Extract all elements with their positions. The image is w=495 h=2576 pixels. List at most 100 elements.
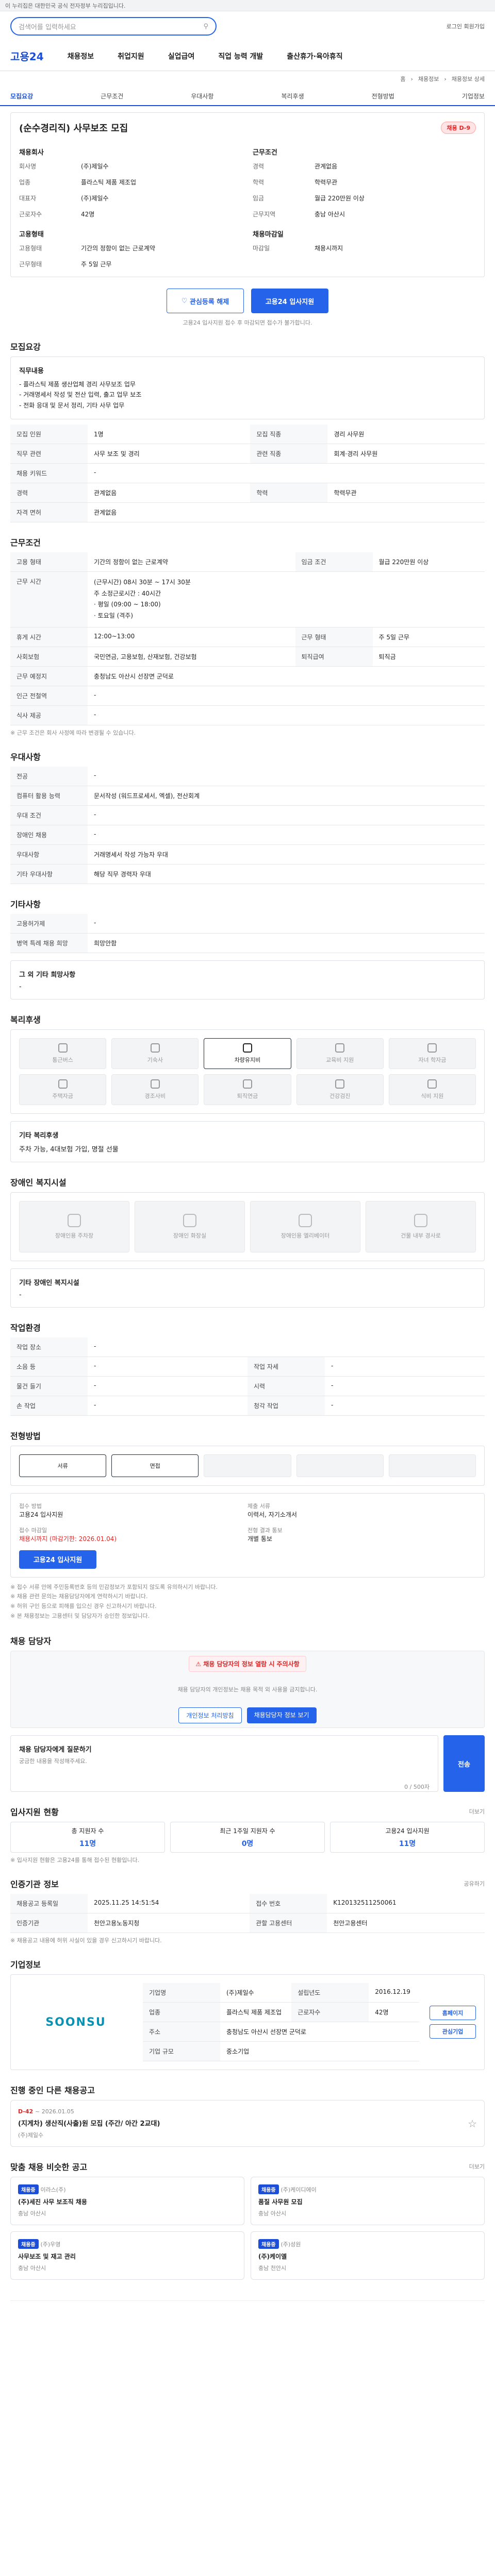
interest-button[interactable]: ♡ 관심등록 해제 <box>167 289 244 313</box>
tab-work[interactable]: 근무조건 <box>101 92 123 100</box>
process-apply-button[interactable]: 고용24 입사지원 <box>19 1550 96 1569</box>
table-value: 12:00~13:00 <box>88 627 295 647</box>
send-button[interactable]: 전송 <box>443 1735 485 1792</box>
table-value: - <box>88 686 485 706</box>
table-row: 식사 제공 - <box>10 705 485 725</box>
nav-training[interactable]: 직업 능력 개발 <box>218 51 263 61</box>
other-job-card[interactable]: D-42 ~ 2026.01.05 (지게차) 생산직(사출)원 모집 (주간/… <box>10 2100 485 2147</box>
contact-view-button[interactable]: 채용담당자 정보 보기 <box>246 1707 317 1723</box>
homepage-button[interactable]: 홈페이지 <box>430 2006 476 2021</box>
work-footnote: ※ 근무 조건은 회사 사정에 따라 변경될 수 있습니다. <box>10 729 136 736</box>
table-value: - <box>88 705 485 725</box>
favorite-company-button[interactable]: 관심기업 <box>430 2024 476 2039</box>
nav-jobs[interactable]: 채용정보 <box>68 51 94 61</box>
table-key: 학력 <box>250 483 328 503</box>
privacy-link[interactable]: 개인정보 처리방침 <box>178 1707 242 1723</box>
tab-company[interactable]: 기업정보 <box>462 92 485 100</box>
similar-location: 충남 아산시 <box>18 2210 46 2217</box>
nav-employment-support[interactable]: 취업지원 <box>118 51 144 61</box>
breadcrumb-jobs[interactable]: 채용정보 <box>418 75 439 83</box>
env-section: 작업환경 작업 장소 - 소음 등 - 작업 자세 - 물건 들기 - 시력 - 손 작업 - 청… <box>10 1321 485 1416</box>
star-icon[interactable]: ☆ <box>468 2117 477 2130</box>
similar-title: (주)세진 사무 보조직 채용 <box>18 2198 87 2206</box>
table-key: 손 작업 <box>10 1396 88 1416</box>
search-input[interactable]: 검색어를 입력하세요 ⚲ <box>10 17 217 36</box>
note-line: ※ 허위 구인 등으로 피해를 입으신 경우 신고하시기 바랍니다. <box>10 1602 157 1609</box>
login-links[interactable]: 로그인 회원가입 <box>447 22 485 30</box>
process-step: 서류 <box>19 1454 107 1477</box>
nav-parental-leave[interactable]: 출산휴가·육아휴직 <box>287 51 342 61</box>
detail-tabs: 모집요강 근무조건 우대사항 복리후생 전형방법 기업정보 <box>0 87 495 106</box>
breadcrumb-home[interactable]: 홈 <box>400 75 405 83</box>
inquiry-textarea[interactable]: 궁금한 내용을 작성해주세요. <box>19 1757 430 1765</box>
status-note: ※ 입사지원 현황은 고용24를 통해 접수된 현황입니다. <box>10 1857 140 1864</box>
tab-recruit[interactable]: 모집요강 <box>10 92 33 100</box>
similar-card[interactable]: 채용중 이라스(주) (주)세진 사무 보조직 채용 충남 아산시 <box>10 2177 244 2226</box>
table-key: 인증기관 <box>10 1913 88 1934</box>
table-value: K120132511250061 <box>327 1894 485 1914</box>
table-value: - <box>88 1357 248 1377</box>
disability-other-value: - <box>19 1291 22 1299</box>
site-logo[interactable]: 고용24 <box>10 48 44 63</box>
table-key: 사회보험 <box>10 647 88 667</box>
company-kv: 회사명 (주)제일수 업종 플라스틱 제품 제조업 대표자 (주)제일수 근로자수 42… <box>19 162 242 218</box>
inquiry-label: 채용 담당자에게 질문하기 <box>19 1746 92 1754</box>
welfare-item: 경조사비 <box>111 1074 199 1105</box>
work-section: 근무조건 고용 형태 기간의 정함이 없는 근로계약 임금 조건 월급 220만원 이… <box>10 536 485 736</box>
company-box: SOONSU 기업명 (주)제일수 설립년도 2016.12.19 업종 플라스틱 제품… <box>10 1974 485 2071</box>
envelope-icon <box>150 1079 160 1089</box>
table-value: 기간의 정함이 없는 근로계약 <box>88 552 295 572</box>
table-value: - <box>88 913 485 934</box>
inquiry-counter: 0 / 500자 <box>404 1784 430 1791</box>
table-key: 경력 <box>10 483 88 503</box>
cond-label: 근무조건 <box>253 149 277 157</box>
welfare-label: 자녀 학자금 <box>418 1056 447 1063</box>
table-key: 접수 번호 <box>250 1894 327 1914</box>
table-value: 회계·경리 사무원 <box>327 444 485 464</box>
other-job-title: (지게차) 생산직(사출)원 모집 (주간/ 아간 2교대) <box>18 2120 160 2128</box>
status-value: 11명 <box>79 1839 96 1848</box>
inquiry-row: 채용 담당자에게 질문하기 궁금한 내용을 작성해주세요. 0 / 500자 전… <box>10 1735 485 1792</box>
etc-table: 고용허가제 - 병역 특례 채용 희망 희망안함 <box>10 913 485 953</box>
similar-title: 품질 사무원 모집 <box>258 2198 303 2206</box>
kv-key: 임금 <box>253 195 265 202</box>
search-icon[interactable]: ⚲ <box>203 23 208 30</box>
kv-key: 경력 <box>253 163 265 170</box>
apply-button[interactable]: 고용24 입사지원 <box>251 289 328 313</box>
table-value: 충청남도 아산시 선장면 군덕로 <box>220 2022 419 2042</box>
tab-pref[interactable]: 우대사항 <box>191 92 213 100</box>
breadcrumb: 홈 › 채용정보 › 채용정보 상세 <box>0 71 495 87</box>
status-card: 고용24 입사지원 11명 <box>330 1822 485 1853</box>
bed-icon <box>150 1043 160 1053</box>
similar-card[interactable]: 채용중 (주)우영 사무보조 및 재고 관리 충남 아산시 <box>10 2231 244 2280</box>
table-key: 모집 인원 <box>10 425 88 445</box>
section-title: 모집요강 <box>10 342 41 352</box>
table-row: 인근 전철역 - <box>10 686 485 706</box>
process-detail: 접수 방법 고용24 입사지원 제출 서류 이력서, 자기소개서 접수 마감일 채용시… <box>10 1493 485 1578</box>
process-field: 제출 서류 이력서, 자기소개서 <box>248 1502 476 1519</box>
tab-process[interactable]: 전형방법 <box>372 92 394 100</box>
disability-grid: 장애인용 주차장 장애인 화장실 장애인용 엘리베이터 건물 내부 경사로 <box>19 1200 476 1252</box>
process-step-empty <box>388 1454 476 1477</box>
table-value: 희망안함 <box>88 933 485 953</box>
table-row: 작업 장소 - <box>10 1337 485 1357</box>
status-more-link[interactable]: 더보기 <box>469 1807 485 1816</box>
table-row: 병역 특례 채용 희망 희망안함 <box>10 933 485 953</box>
similar-card[interactable]: 채용중 (주)성원 (주)케이엘 충남 천안시 <box>251 2231 485 2280</box>
table-row: 근무 예정지 충청남도 아산시 선장면 군덕로 <box>10 666 485 686</box>
tab-welfare[interactable]: 복리후생 <box>281 92 304 100</box>
share-button[interactable]: 공유하기 <box>464 1879 485 1888</box>
similar-card[interactable]: 채용중 (주)케이디에이 품질 사무원 모집 충남 아산시 <box>251 2177 485 2226</box>
status-card: 총 지원자 수 11명 <box>10 1822 165 1853</box>
table-key: 휴게 시간 <box>10 627 88 647</box>
inquiry-box: 채용 담당자에게 질문하기 궁금한 내용을 작성해주세요. 0 / 500자 <box>10 1735 438 1792</box>
contact-links: 개인정보 처리방침 채용담당자 정보 보기 <box>178 1707 317 1723</box>
similar-more-link[interactable]: 더보기 <box>469 2162 485 2171</box>
similar-company: (주)우영 <box>40 2241 61 2248</box>
disability-box: 장애인용 주차장 장애인 화장실 장애인용 엘리베이터 건물 내부 경사로 <box>10 1192 485 1261</box>
welfare-other-label: 기타 복리후생 <box>19 1131 59 1140</box>
ramp-icon <box>414 1213 427 1227</box>
table-value: 천안고용센터 <box>327 1913 485 1934</box>
nav-unemployment[interactable]: 실업급여 <box>168 51 195 61</box>
welfare-item: 건강검진 <box>296 1074 384 1105</box>
